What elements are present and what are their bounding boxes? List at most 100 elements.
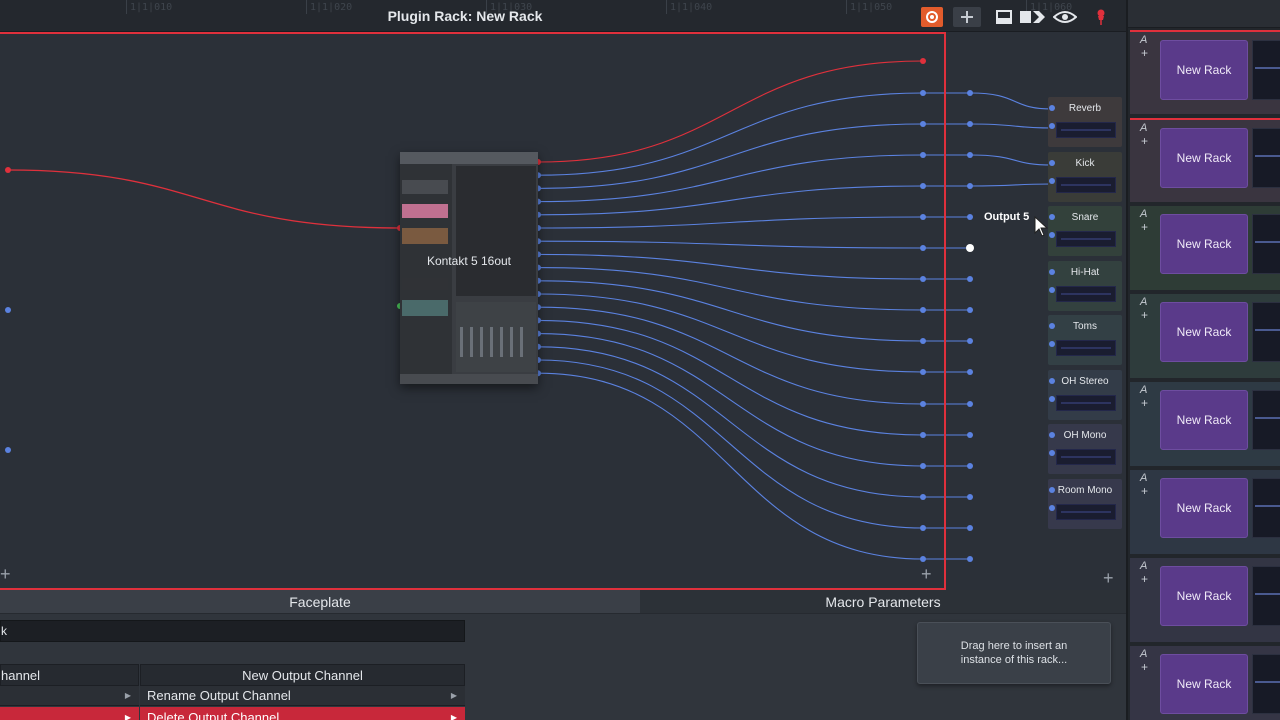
track-node-kick[interactable]: Kick bbox=[1048, 152, 1122, 202]
track-name: OH Stereo bbox=[1061, 376, 1109, 387]
track-name: Hi-Hat bbox=[1070, 267, 1100, 278]
track-node-toms[interactable]: Toms bbox=[1048, 315, 1122, 365]
track-node-reverb[interactable]: Reverb bbox=[1048, 97, 1122, 147]
sidebar-meter bbox=[1252, 478, 1280, 538]
sidebar-track-row[interactable]: A + New Rack bbox=[1130, 558, 1280, 642]
track-input-pin[interactable] bbox=[1049, 432, 1055, 438]
track-name: Kick bbox=[1075, 158, 1095, 169]
track-input-pin[interactable] bbox=[1049, 378, 1055, 384]
output-wire bbox=[537, 253, 924, 280]
add-plugin-icon[interactable]: + bbox=[1141, 572, 1148, 586]
menu-item-left-delete[interactable]: ▶ bbox=[0, 707, 139, 720]
sidebar-track-row[interactable]: A + New Rack bbox=[1130, 30, 1280, 114]
track-input-pin[interactable] bbox=[1049, 269, 1055, 275]
track-input-pin[interactable] bbox=[1049, 105, 1055, 111]
add-plugin-icon[interactable]: + bbox=[1141, 484, 1148, 498]
new-output-channel-button[interactable]: New Output Channel bbox=[140, 664, 465, 686]
rack-instance-button[interactable]: New Rack bbox=[1160, 128, 1248, 188]
track-input-pin[interactable] bbox=[1049, 396, 1055, 402]
rack-instance-button[interactable]: New Rack bbox=[1160, 478, 1248, 538]
track-input-pin[interactable] bbox=[1049, 450, 1055, 456]
sidebar-header bbox=[1128, 0, 1280, 28]
rack-output-pin bbox=[967, 276, 973, 282]
rack-instance-button[interactable]: New Rack bbox=[1160, 302, 1248, 362]
output-wire bbox=[537, 306, 924, 405]
sidebar-meter bbox=[1252, 566, 1280, 626]
sidebar-track-row[interactable]: A + New Rack bbox=[1130, 470, 1280, 554]
automation-button[interactable]: A bbox=[1140, 208, 1147, 220]
track-input-pin[interactable] bbox=[1049, 178, 1055, 184]
track-input-pin[interactable] bbox=[1049, 323, 1055, 329]
track-name: Reverb bbox=[1068, 103, 1102, 114]
rack-output-pin bbox=[967, 369, 973, 375]
rack-output-pin bbox=[920, 58, 926, 64]
rack-output-pin bbox=[967, 214, 973, 220]
automation-button[interactable]: A bbox=[1140, 648, 1147, 660]
track-input-pin[interactable] bbox=[1049, 505, 1055, 511]
add-plugin-icon[interactable]: + bbox=[1141, 46, 1148, 60]
track-input-pin[interactable] bbox=[1049, 341, 1055, 347]
rack-name-field[interactable]: k bbox=[0, 620, 465, 642]
track-node-oh-stereo[interactable]: OH Stereo bbox=[1048, 370, 1122, 420]
track-input-pin[interactable] bbox=[1049, 160, 1055, 166]
track-name: OH Mono bbox=[1063, 430, 1107, 441]
track-name: Snare bbox=[1071, 212, 1099, 223]
sidebar-track-row[interactable]: A + New Rack bbox=[1130, 206, 1280, 290]
add-plugin-icon[interactable]: + bbox=[1141, 660, 1148, 674]
automation-button[interactable]: A bbox=[1140, 472, 1147, 484]
track-node-oh-mono[interactable]: OH Mono bbox=[1048, 424, 1122, 474]
track-node-hi-hat[interactable]: Hi-Hat bbox=[1048, 261, 1122, 311]
rack-output-pin bbox=[966, 244, 974, 252]
tab-macro-parameters[interactable]: Macro Parameters bbox=[640, 590, 1126, 614]
track-node-room-mono[interactable]: Room Mono bbox=[1048, 479, 1122, 529]
automation-button[interactable]: A bbox=[1140, 560, 1147, 572]
sidebar-track-row[interactable]: A + New Rack bbox=[1130, 646, 1280, 720]
automation-button[interactable]: A bbox=[1140, 296, 1147, 308]
output-wire bbox=[537, 216, 924, 229]
add-plugin-icon[interactable]: + bbox=[1141, 308, 1148, 322]
menu-item-left[interactable]: ▶ bbox=[0, 686, 139, 706]
track-wire bbox=[969, 123, 1053, 129]
sidebar-meter bbox=[1252, 128, 1280, 188]
wire-layer bbox=[5, 58, 1053, 562]
sidebar-track-row[interactable]: A + New Rack bbox=[1130, 118, 1280, 202]
rack-output-pin bbox=[967, 556, 973, 562]
track-name: Toms bbox=[1073, 321, 1097, 332]
rack-instance-button[interactable]: New Rack bbox=[1160, 654, 1248, 714]
add-plugin-icon[interactable]: + bbox=[1141, 220, 1148, 234]
automation-button[interactable]: A bbox=[1140, 122, 1147, 134]
track-input-pin[interactable] bbox=[1049, 123, 1055, 129]
rename-output-channel-item[interactable]: Rename Output Channel ▶ bbox=[140, 686, 465, 706]
track-meter bbox=[1056, 395, 1116, 411]
track-node-snare[interactable]: Snare bbox=[1048, 206, 1122, 256]
rack-drop-zone[interactable]: Drag here to insert an instance of this … bbox=[917, 622, 1111, 684]
submenu-arrow-icon: ▶ bbox=[124, 691, 131, 700]
delete-label: Delete Output Channel bbox=[147, 709, 280, 720]
add-plugin-icon[interactable]: + bbox=[1141, 396, 1148, 410]
track-meter bbox=[1056, 177, 1116, 193]
track-input-pin[interactable] bbox=[1049, 287, 1055, 293]
output-wire bbox=[537, 359, 924, 529]
track-sidebar: A + New Rack A + New Rack A + New Rack A + New Rack… bbox=[1126, 0, 1280, 720]
rack-output-pin bbox=[967, 307, 973, 313]
rack-instance-button[interactable]: New Rack bbox=[1160, 566, 1248, 626]
output-wire bbox=[537, 60, 924, 163]
delete-output-channel-item[interactable]: Delete Output Channel ▶ bbox=[140, 707, 465, 720]
rack-instance-button[interactable]: New Rack bbox=[1160, 40, 1248, 100]
automation-button[interactable]: A bbox=[1140, 384, 1147, 396]
tab-faceplate[interactable]: Faceplate bbox=[0, 590, 640, 614]
add-output-icon[interactable]: + bbox=[921, 564, 932, 585]
add-plugin-icon[interactable]: + bbox=[1141, 134, 1148, 148]
plugin-node[interactable] bbox=[400, 152, 538, 384]
automation-button[interactable]: A bbox=[1140, 34, 1147, 46]
rack-instance-button[interactable]: New Rack bbox=[1160, 214, 1248, 274]
track-meter bbox=[1056, 286, 1116, 302]
sidebar-track-row[interactable]: A + New Rack bbox=[1130, 294, 1280, 378]
rack-instance-button[interactable]: New Rack bbox=[1160, 390, 1248, 450]
add-input-icon[interactable]: + bbox=[0, 564, 11, 585]
track-input-pin[interactable] bbox=[1049, 487, 1055, 493]
output-wire bbox=[537, 293, 924, 373]
rack-output-pin bbox=[967, 338, 973, 344]
sidebar-track-row[interactable]: A + New Rack bbox=[1130, 382, 1280, 466]
add-track-icon[interactable]: + bbox=[1103, 568, 1114, 589]
